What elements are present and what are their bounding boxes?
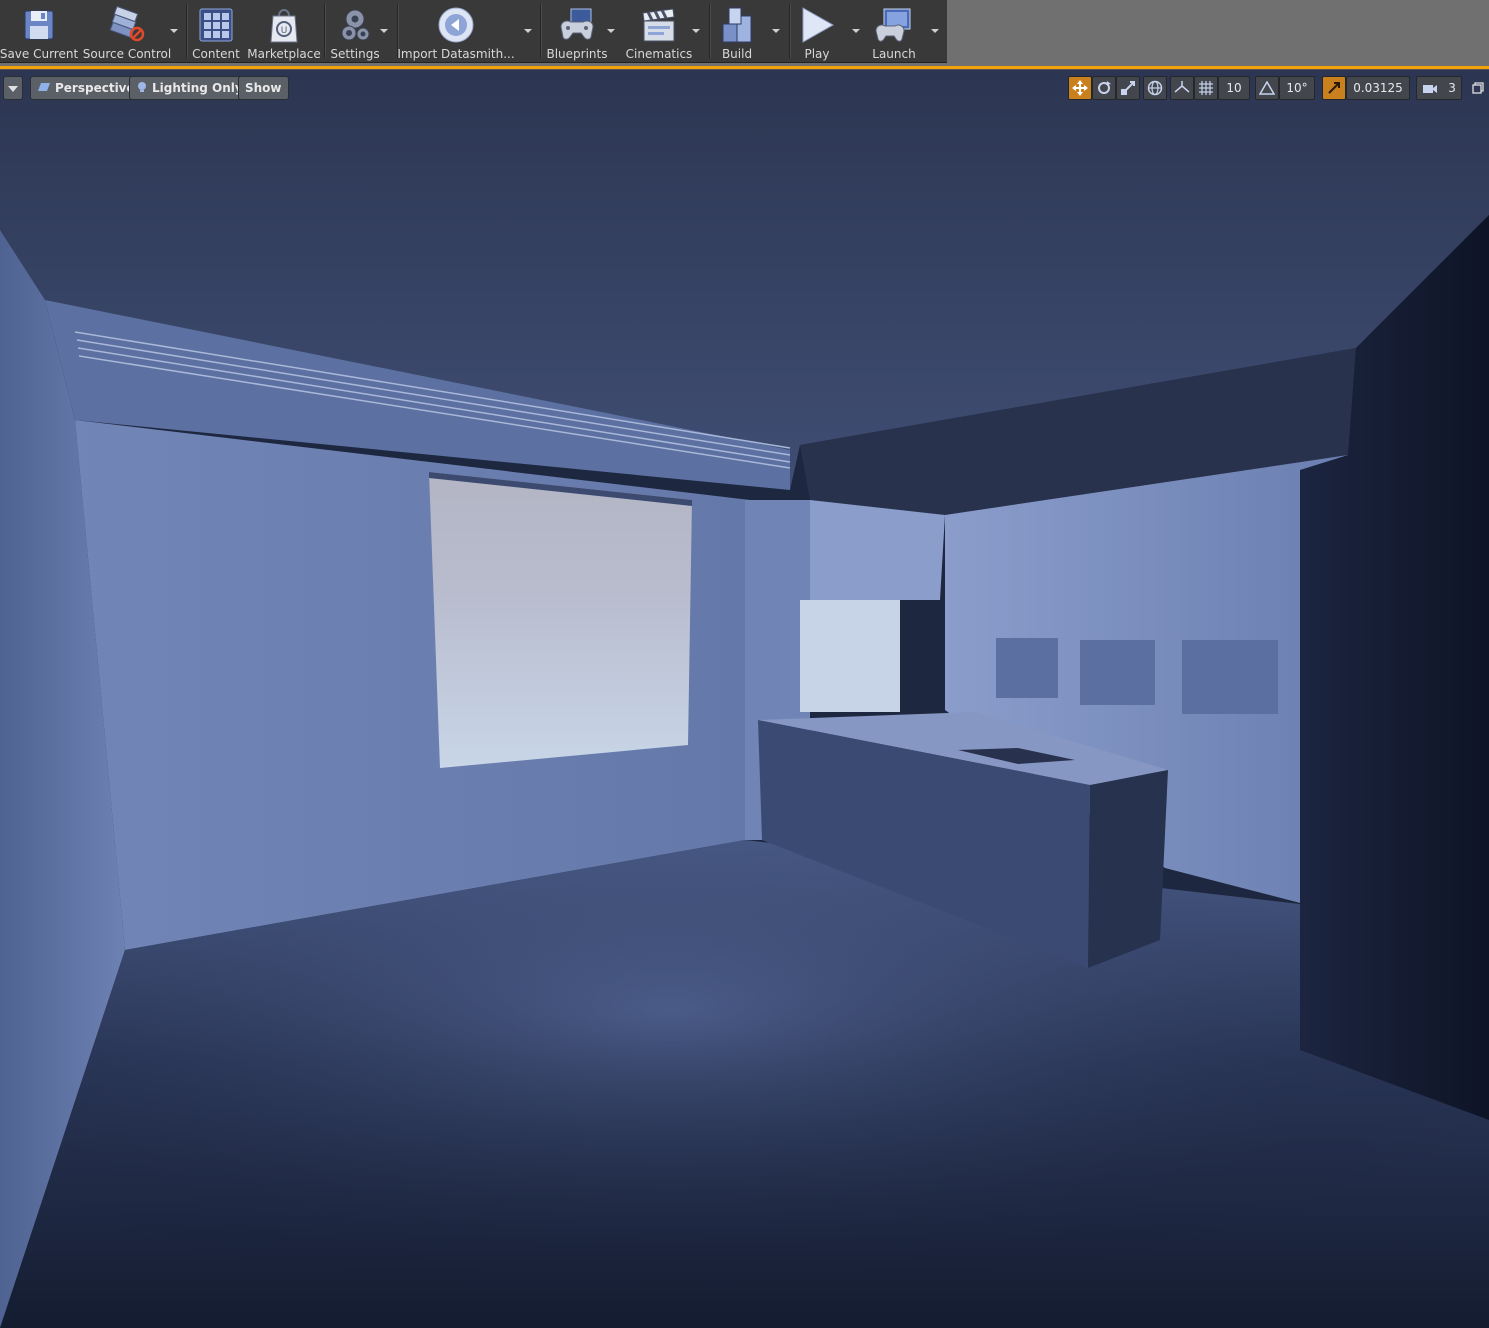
content-button[interactable]: Content [192,0,240,62]
world-local-toggle[interactable] [1143,76,1167,100]
import-datasmith-label: Import Datasmith... [397,47,515,61]
toolbar-separator [540,4,542,58]
scale-snap-toggle[interactable] [1322,76,1346,100]
rotate-tool-button[interactable] [1092,76,1116,100]
play-dropdown[interactable] [852,29,860,37]
blueprints-label: Blueprints [546,47,608,61]
save-current-button[interactable]: Save Current [0,0,79,62]
perspective-icon [37,81,51,95]
scale-snap-value-button[interactable]: 0.03125 [1346,76,1410,100]
settings-dropdown[interactable] [380,29,388,37]
rotation-snap-value: 10° [1286,81,1308,95]
viewport-options-button[interactable] [3,76,23,100]
import-datasmith-button[interactable]: Import Datasmith... [397,0,515,62]
cinematics-button[interactable]: Cinematics [624,0,694,62]
toolbar-separator [186,4,188,58]
cinematics-dropdown[interactable] [692,29,700,37]
level-viewport[interactable]: Perspective Lighting Only Show 10 10° 0.… [0,70,1489,1328]
scale-snap-value: 0.03125 [1353,81,1403,95]
toolbar-separator [709,4,711,58]
move-icon [1072,80,1088,96]
marketplace-icon: U [264,5,304,45]
launch-icon [874,5,914,45]
blueprints-button[interactable]: Blueprints [546,0,608,62]
toolbar-separator [789,4,791,58]
grid-snap-value-button[interactable]: 10 [1218,76,1250,100]
gear-icon [335,5,375,45]
camera-icon [1422,82,1438,94]
view-mode-button[interactable]: Lighting Only [129,76,250,100]
scale-tool-button[interactable] [1116,76,1140,100]
main-toolbar: Save Current Source Control Content U Ma… [0,0,947,63]
marketplace-button[interactable]: U Marketplace [247,0,321,62]
cinematics-label: Cinematics [625,47,693,61]
rotate-icon [1096,80,1112,96]
surface-snap-button[interactable] [1170,76,1194,100]
rotation-snap-value-button[interactable]: 10° [1279,76,1315,100]
translate-tool-button[interactable] [1068,76,1092,100]
marketplace-label: Marketplace [247,47,321,61]
grid-snap-value: 10 [1226,81,1242,95]
angle-icon [1259,81,1275,95]
lighting-only-label: Lighting Only [152,81,243,95]
source-control-icon [107,5,147,45]
scale-icon [1120,80,1136,96]
save-icon [19,5,59,45]
maximize-viewport-button[interactable] [1468,76,1488,100]
content-label: Content [192,47,240,61]
toolbar-separator [324,4,326,58]
settings-label: Settings [330,47,380,61]
svg-text:U: U [281,26,288,36]
camera-speed-button[interactable]: 3 [1416,76,1462,100]
scene-render[interactable] [0,70,1489,1328]
show-label: Show [245,81,282,95]
chevron-down-icon [8,81,18,95]
blueprints-icon [557,5,597,45]
camera-speed-value: 3 [1448,81,1456,95]
play-icon [797,5,837,45]
scale-snap-icon [1327,81,1341,95]
grid-snap-toggle[interactable] [1194,76,1218,100]
launch-dropdown[interactable] [931,29,939,37]
globe-icon [1147,80,1163,96]
content-icon [196,5,236,45]
build-label: Build [721,47,753,61]
restore-icon [1472,82,1484,94]
perspective-label: Perspective [55,81,135,95]
perspective-view-button[interactable]: Perspective [30,76,142,100]
build-icon [717,5,757,45]
datasmith-icon [436,5,476,45]
source-control-dropdown[interactable] [170,29,178,37]
play-label: Play [804,47,830,61]
source-control-label: Source Control [82,47,172,61]
settings-button[interactable]: Settings [330,0,380,62]
play-button[interactable]: Play [794,0,840,62]
build-button[interactable]: Build [714,0,760,62]
lightbulb-icon [136,81,148,96]
grid-icon [1199,81,1213,95]
rotation-snap-toggle[interactable] [1255,76,1279,100]
surface-snap-icon [1174,80,1190,96]
build-dropdown[interactable] [772,29,780,37]
show-flags-button[interactable]: Show [238,76,289,100]
clapperboard-icon [639,5,679,45]
save-current-label: Save Current [0,47,79,61]
blueprints-dropdown[interactable] [607,29,615,37]
launch-label: Launch [872,47,916,61]
import-datasmith-dropdown[interactable] [524,29,532,37]
launch-button[interactable]: Launch [868,0,920,62]
source-control-button[interactable]: Source Control [82,0,172,62]
